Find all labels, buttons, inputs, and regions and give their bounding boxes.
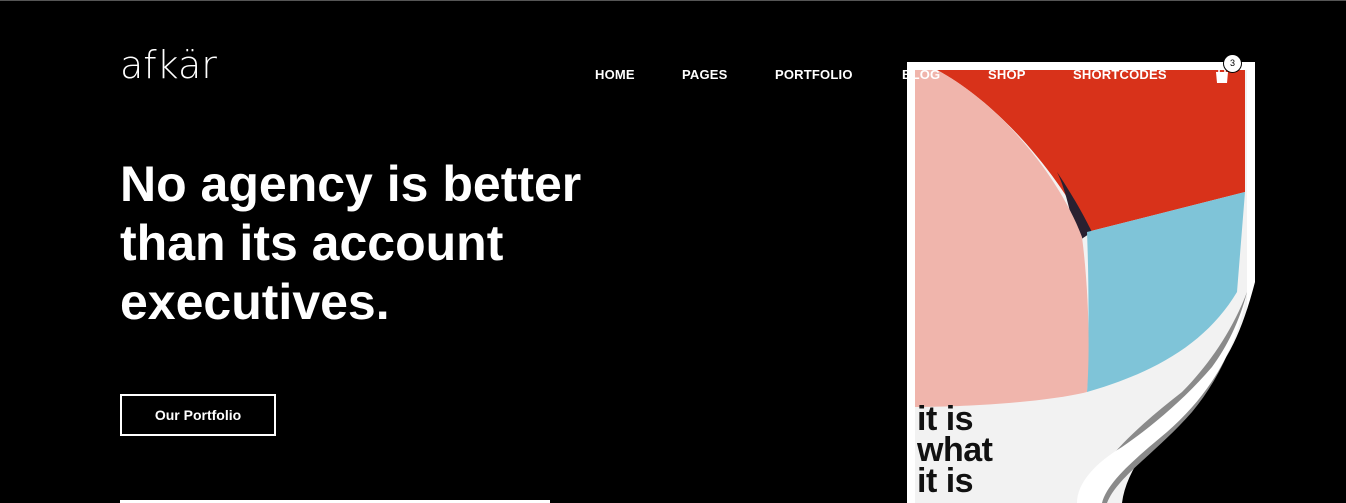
poster-line-3: it is	[917, 462, 974, 500]
site-logo[interactable]: afkär	[120, 46, 217, 84]
nav-item-shortcodes[interactable]: SHORTCODES	[1073, 67, 1183, 83]
headline-line-2: than its account	[120, 215, 504, 271]
poster-caption: it is what it is	[917, 402, 993, 500]
nav-item-pages[interactable]: PAGES	[682, 67, 775, 83]
nav-item-shop[interactable]: SHOP	[988, 67, 1073, 83]
headline-line-1: No agency is better	[120, 156, 582, 212]
top-border	[0, 0, 1346, 1]
our-portfolio-button[interactable]: Our Portfolio	[120, 394, 276, 436]
nav-item-blog[interactable]: BLOG	[902, 67, 988, 83]
nav-item-home[interactable]: HOME	[595, 67, 682, 83]
headline-line-3: executives.	[120, 274, 390, 330]
main-navigation: HOME PAGES PORTFOLIO BLOG SHOP SHORTCODE…	[595, 67, 1183, 83]
hero-headline: No agency is better than its account exe…	[120, 155, 680, 332]
nav-item-portfolio[interactable]: PORTFOLIO	[775, 67, 902, 83]
cart-count-badge: 3	[1224, 55, 1241, 72]
